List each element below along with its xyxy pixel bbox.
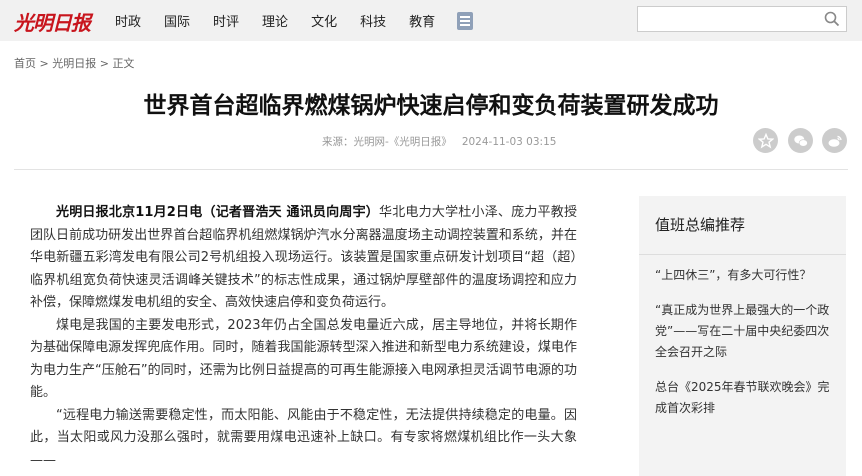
article-datetime: 2024-11-03 03:15 <box>461 136 557 148</box>
sidebar-title: 值班总编推荐 <box>639 196 846 255</box>
breadcrumb: 首页 > 光明日报 > 正文 <box>14 55 134 71</box>
editor-recommend-panel: 值班总编推荐 “上四休三”，有多大可行性？ “真正成为世界上最强大的一个政党”—… <box>639 196 846 476</box>
menu-icon[interactable] <box>457 11 474 30</box>
nav-item-politics[interactable]: 时政 <box>115 11 141 30</box>
breadcrumb-current: 正文 <box>112 57 135 70</box>
breadcrumb-separator: > <box>96 57 113 70</box>
sidebar-item[interactable]: 总台《2025年春节联欢晚会》完成首次彩排 <box>639 377 846 419</box>
nav-item-international[interactable]: 国际 <box>164 11 190 30</box>
search-input[interactable] <box>644 8 828 32</box>
nav-item-technology[interactable]: 科技 <box>360 11 386 30</box>
header-divider <box>14 169 848 170</box>
breadcrumb-home[interactable]: 首页 <box>14 57 36 70</box>
nav-item-commentary[interactable]: 时评 <box>213 11 239 30</box>
article-title: 世界首台超临界燃煤锅炉快速启停和变负荷装置研发成功 <box>143 93 719 119</box>
article-source: 来源：光明网-《光明日报》 <box>322 136 452 148</box>
article-paragraph: 光明日报北京11月2日电（记者晋浩天 通讯员向周宇）华北电力大学杜小泽、庞力平教… <box>30 202 577 315</box>
article-meta: 来源：光明网-《光明日报》 2024-11-03 03:15 <box>322 134 556 149</box>
main-nav: 时政 国际 时评 理论 文化 科技 教育 <box>115 0 474 41</box>
share-weibo-button[interactable] <box>822 128 847 153</box>
nav-item-theory[interactable]: 理论 <box>262 11 288 30</box>
sidebar-item[interactable]: “真正成为世界上最强大的一个政党”——写在二十届中央纪委四次全会召开之际 <box>639 300 846 363</box>
top-bar: 光明日报 时政 国际 时评 理论 文化 科技 教育 <box>0 0 862 41</box>
search-box <box>637 6 847 32</box>
article-body: 光明日报北京11月2日电（记者晋浩天 通讯员向周宇）华北电力大学杜小泽、庞力平教… <box>30 202 577 472</box>
breadcrumb-section[interactable]: 光明日报 <box>52 57 96 70</box>
favorite-button[interactable] <box>753 128 778 153</box>
article-paragraph: “远程电力输送需要稳定性，而太阳能、风能由于不稳定性，无法提供持续稳定的电量。因… <box>30 407 577 468</box>
nav-item-culture[interactable]: 文化 <box>311 11 337 30</box>
star-icon <box>757 132 774 149</box>
search-icon[interactable] <box>824 11 840 27</box>
wechat-icon <box>793 135 808 147</box>
article-lead: 光明日报北京11月2日电（记者晋浩天 通讯员向周宇） <box>56 205 379 220</box>
site-logo[interactable]: 光明日报 <box>14 7 91 36</box>
article-paragraph-text: 华北电力大学杜小泽、庞力平教授团队日前成功研发出世界首台超临界机组燃煤锅炉汽水分… <box>30 205 577 310</box>
sidebar-item[interactable]: “上四休三”，有多大可行性？ <box>639 265 846 286</box>
weibo-icon <box>828 135 842 147</box>
share-wechat-button[interactable] <box>788 128 813 153</box>
article-paragraph: 煤电是我国的主要发电形式，2023年仍占全国总发电量近六成，居主导地位，并将长期… <box>30 317 577 401</box>
nav-item-education[interactable]: 教育 <box>409 11 435 30</box>
breadcrumb-separator: > <box>36 57 53 70</box>
